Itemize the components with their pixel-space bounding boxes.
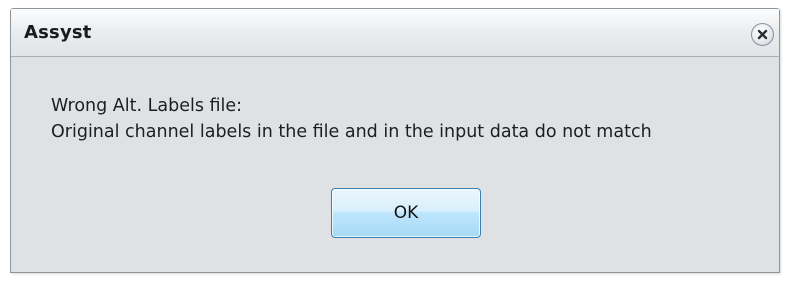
message-dialog: Assyst Wrong Alt. Labels file: Original … — [10, 8, 780, 273]
error-message-line-2: Original channel labels in the file and … — [51, 122, 652, 142]
dialog-titlebar[interactable]: Assyst — [11, 9, 779, 57]
ok-button[interactable]: OK — [331, 188, 481, 238]
dialog-body: Wrong Alt. Labels file: Original channel… — [11, 57, 779, 272]
close-button[interactable] — [751, 23, 774, 46]
error-message-line-1: Wrong Alt. Labels file: — [51, 96, 243, 116]
close-icon — [757, 29, 768, 40]
dialog-title: Assyst — [24, 22, 92, 43]
